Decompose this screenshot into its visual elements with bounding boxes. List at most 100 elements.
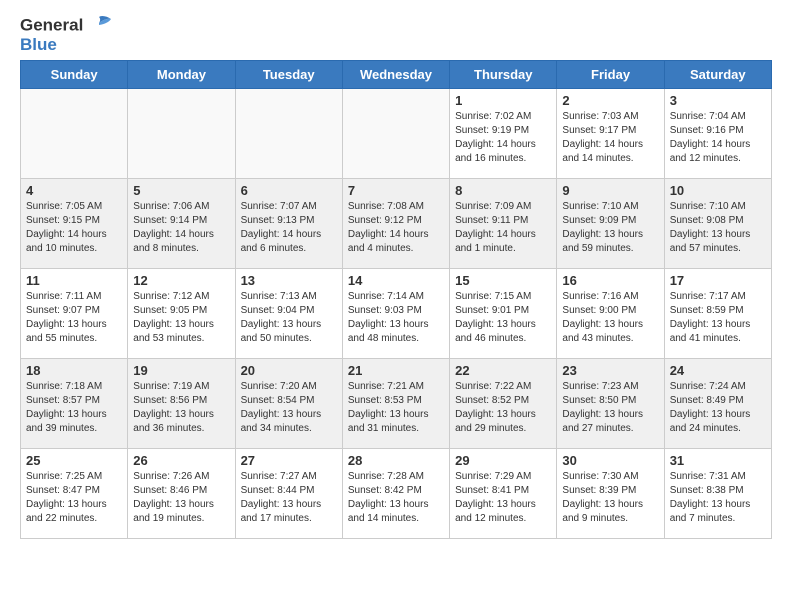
day-info: Sunrise: 7:04 AM Sunset: 9:16 PM Dayligh…	[670, 110, 766, 166]
calendar-cell: 5 Sunrise: 7:06 AM Sunset: 9:14 PM Daylig…	[128, 179, 235, 269]
day-number: 5	[133, 183, 229, 198]
day-number: 15	[455, 273, 551, 288]
calendar-header: SundayMondayTuesdayWednesdayThursdayFrid…	[21, 61, 772, 89]
day-number: 11	[26, 273, 122, 288]
calendar-cell: 31Sunrise: 7:31 AM Sunset: 8:38 PM Dayli…	[664, 449, 771, 539]
day-info: Sunrise: 7:10 AM Sunset: 9:09 PM Dayligh…	[562, 200, 658, 256]
day-info: Sunrise: 7:29 AM Sunset: 8:41 PM Dayligh…	[455, 470, 551, 526]
day-info: Sunrise: 7:20 AM Sunset: 8:54 PM Dayligh…	[241, 380, 337, 436]
day-info: Sunrise: 7:27 AM Sunset: 8:44 PM Dayligh…	[241, 470, 337, 526]
day-info: Sunrise: 7:13 AM Sunset: 9:04 PM Dayligh…	[241, 290, 337, 346]
calendar-cell	[21, 89, 128, 179]
day-info: Sunrise: 7:02 AM Sunset: 9:19 PM Dayligh…	[455, 110, 551, 166]
day-info: Sunrise: 7:14 AM Sunset: 9:03 PM Dayligh…	[348, 290, 444, 346]
calendar-cell: 10 Sunrise: 7:10 AM Sunset: 9:08 PM Dayli…	[664, 179, 771, 269]
day-info: Sunrise: 7:11 AM Sunset: 9:07 PM Dayligh…	[26, 290, 122, 346]
day-number: 13	[241, 273, 337, 288]
calendar-table: SundayMondayTuesdayWednesdayThursdayFrid…	[20, 60, 772, 539]
calendar-cell: 4 Sunrise: 7:05 AM Sunset: 9:15 PM Daylig…	[21, 179, 128, 269]
calendar-cell: 17 Sunrise: 7:17 AM Sunset: 8:59 PM Dayli…	[664, 269, 771, 359]
calendar-cell: 30Sunrise: 7:30 AM Sunset: 8:39 PM Dayli…	[557, 449, 664, 539]
calendar-cell: 23Sunrise: 7:23 AM Sunset: 8:50 PM Dayli…	[557, 359, 664, 449]
day-number: 4	[26, 183, 122, 198]
calendar-cell: 14 Sunrise: 7:14 AM Sunset: 9:03 PM Dayli…	[342, 269, 449, 359]
calendar-cell: 18Sunrise: 7:18 AM Sunset: 8:57 PM Dayli…	[21, 359, 128, 449]
calendar-cell: 2 Sunrise: 7:03 AM Sunset: 9:17 PM Daylig…	[557, 89, 664, 179]
day-info: Sunrise: 7:06 AM Sunset: 9:14 PM Dayligh…	[133, 200, 229, 256]
day-number: 22	[455, 363, 551, 378]
calendar-cell: 19Sunrise: 7:19 AM Sunset: 8:56 PM Dayli…	[128, 359, 235, 449]
calendar-week-row: 11 Sunrise: 7:11 AM Sunset: 9:07 PM Dayli…	[21, 269, 772, 359]
day-number: 24	[670, 363, 766, 378]
calendar-cell: 26 Sunrise: 7:26 AM Sunset: 8:46 PM Dayli…	[128, 449, 235, 539]
weekday-header-thursday: Thursday	[450, 61, 557, 89]
day-info: Sunrise: 7:21 AM Sunset: 8:53 PM Dayligh…	[348, 380, 444, 436]
day-number: 2	[562, 93, 658, 108]
calendar-cell: 3 Sunrise: 7:04 AM Sunset: 9:16 PM Daylig…	[664, 89, 771, 179]
day-number: 7	[348, 183, 444, 198]
day-info: Sunrise: 7:30 AM Sunset: 8:39 PM Dayligh…	[562, 470, 658, 526]
calendar-cell: 13 Sunrise: 7:13 AM Sunset: 9:04 PM Dayli…	[235, 269, 342, 359]
calendar-cell: 15Sunrise: 7:15 AM Sunset: 9:01 PM Dayli…	[450, 269, 557, 359]
day-number: 18	[26, 363, 122, 378]
calendar-cell	[235, 89, 342, 179]
calendar-cell: 21Sunrise: 7:21 AM Sunset: 8:53 PM Dayli…	[342, 359, 449, 449]
day-number: 9	[562, 183, 658, 198]
calendar-cell: 6 Sunrise: 7:07 AM Sunset: 9:13 PM Daylig…	[235, 179, 342, 269]
weekday-header-tuesday: Tuesday	[235, 61, 342, 89]
day-info: Sunrise: 7:03 AM Sunset: 9:17 PM Dayligh…	[562, 110, 658, 166]
day-number: 19	[133, 363, 229, 378]
logo-bird-icon	[85, 15, 113, 37]
day-info: Sunrise: 7:16 AM Sunset: 9:00 PM Dayligh…	[562, 290, 658, 346]
logo-blue-text: Blue	[20, 35, 113, 55]
day-number: 17	[670, 273, 766, 288]
calendar-cell: 28 Sunrise: 7:28 AM Sunset: 8:42 PM Dayli…	[342, 449, 449, 539]
day-info: Sunrise: 7:09 AM Sunset: 9:11 PM Dayligh…	[455, 200, 551, 256]
calendar-week-row: 18Sunrise: 7:18 AM Sunset: 8:57 PM Dayli…	[21, 359, 772, 449]
day-info: Sunrise: 7:25 AM Sunset: 8:47 PM Dayligh…	[26, 470, 122, 526]
day-info: Sunrise: 7:24 AM Sunset: 8:49 PM Dayligh…	[670, 380, 766, 436]
logo: General Blue	[20, 15, 113, 55]
day-info: Sunrise: 7:31 AM Sunset: 8:38 PM Dayligh…	[670, 470, 766, 526]
day-info: Sunrise: 7:08 AM Sunset: 9:12 PM Dayligh…	[348, 200, 444, 256]
weekday-header-saturday: Saturday	[664, 61, 771, 89]
day-info: Sunrise: 7:22 AM Sunset: 8:52 PM Dayligh…	[455, 380, 551, 436]
calendar-cell: 11 Sunrise: 7:11 AM Sunset: 9:07 PM Dayli…	[21, 269, 128, 359]
day-number: 1	[455, 93, 551, 108]
day-info: Sunrise: 7:23 AM Sunset: 8:50 PM Dayligh…	[562, 380, 658, 436]
day-number: 25	[26, 453, 122, 468]
calendar-cell: 24 Sunrise: 7:24 AM Sunset: 8:49 PM Dayli…	[664, 359, 771, 449]
day-info: Sunrise: 7:07 AM Sunset: 9:13 PM Dayligh…	[241, 200, 337, 256]
calendar-cell: 25 Sunrise: 7:25 AM Sunset: 8:47 PM Dayli…	[21, 449, 128, 539]
day-info: Sunrise: 7:28 AM Sunset: 8:42 PM Dayligh…	[348, 470, 444, 526]
calendar-cell	[128, 89, 235, 179]
calendar-cell: 12 Sunrise: 7:12 AM Sunset: 9:05 PM Dayli…	[128, 269, 235, 359]
weekday-header-row: SundayMondayTuesdayWednesdayThursdayFrid…	[21, 61, 772, 89]
day-number: 26	[133, 453, 229, 468]
calendar-cell: 16Sunrise: 7:16 AM Sunset: 9:00 PM Dayli…	[557, 269, 664, 359]
day-number: 3	[670, 93, 766, 108]
day-number: 10	[670, 183, 766, 198]
weekday-header-sunday: Sunday	[21, 61, 128, 89]
calendar-week-row: 25 Sunrise: 7:25 AM Sunset: 8:47 PM Dayli…	[21, 449, 772, 539]
calendar-cell	[342, 89, 449, 179]
day-info: Sunrise: 7:05 AM Sunset: 9:15 PM Dayligh…	[26, 200, 122, 256]
day-number: 20	[241, 363, 337, 378]
header: General Blue	[0, 0, 792, 60]
calendar-cell: 1 Sunrise: 7:02 AM Sunset: 9:19 PM Daylig…	[450, 89, 557, 179]
day-info: Sunrise: 7:12 AM Sunset: 9:05 PM Dayligh…	[133, 290, 229, 346]
day-number: 14	[348, 273, 444, 288]
calendar-wrapper: SundayMondayTuesdayWednesdayThursdayFrid…	[0, 60, 792, 549]
calendar-week-row: 1 Sunrise: 7:02 AM Sunset: 9:19 PM Daylig…	[21, 89, 772, 179]
day-number: 6	[241, 183, 337, 198]
day-info: Sunrise: 7:26 AM Sunset: 8:46 PM Dayligh…	[133, 470, 229, 526]
calendar-cell: 27Sunrise: 7:27 AM Sunset: 8:44 PM Dayli…	[235, 449, 342, 539]
calendar-cell: 9 Sunrise: 7:10 AM Sunset: 9:09 PM Daylig…	[557, 179, 664, 269]
day-info: Sunrise: 7:17 AM Sunset: 8:59 PM Dayligh…	[670, 290, 766, 346]
day-number: 12	[133, 273, 229, 288]
calendar-cell: 29Sunrise: 7:29 AM Sunset: 8:41 PM Dayli…	[450, 449, 557, 539]
day-info: Sunrise: 7:10 AM Sunset: 9:08 PM Dayligh…	[670, 200, 766, 256]
calendar-cell: 8 Sunrise: 7:09 AM Sunset: 9:11 PM Daylig…	[450, 179, 557, 269]
day-number: 8	[455, 183, 551, 198]
day-number: 28	[348, 453, 444, 468]
